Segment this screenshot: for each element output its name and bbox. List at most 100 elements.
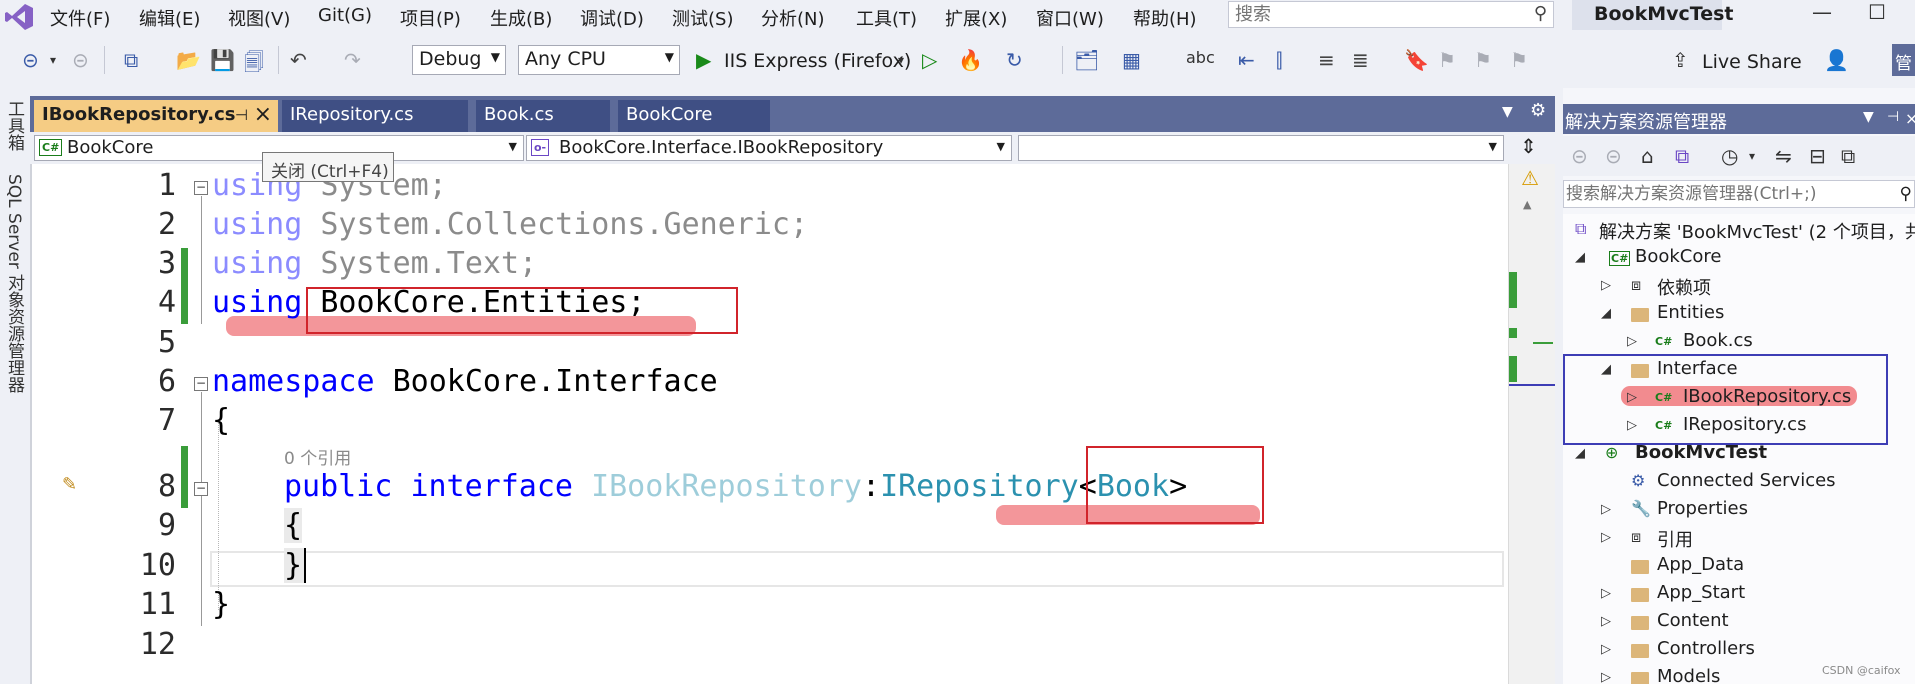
- spell-check-icon[interactable]: abc: [1186, 48, 1215, 67]
- collapsed-icon[interactable]: ▷: [1601, 670, 1611, 684]
- menu-debug[interactable]: 调试(D): [580, 5, 644, 31]
- tab-book[interactable]: Book.cs: [476, 100, 610, 132]
- start-debugging-button[interactable]: IIS Express (Firefox): [724, 50, 911, 72]
- back-icon[interactable]: ⊝: [1571, 144, 1588, 168]
- bookmark-icon[interactable]: 🔖: [1404, 48, 1429, 72]
- prev-bookmark-icon[interactable]: ⚑: [1438, 48, 1456, 72]
- solution-search-input[interactable]: [1564, 181, 1884, 207]
- solution-explorer-search[interactable]: ⚲: [1563, 180, 1915, 208]
- pin-icon[interactable]: ⊣: [235, 106, 248, 124]
- toolbox-tab[interactable]: 工具箱: [2, 100, 27, 151]
- sql-server-explorer-tab[interactable]: SQL Server 对象资源管理器: [2, 174, 27, 393]
- gear-icon[interactable]: ⚙: [1530, 100, 1546, 121]
- navigate-forward-icon[interactable]: ⊝: [72, 48, 89, 72]
- new-project-icon[interactable]: ⧉: [124, 48, 138, 72]
- comment-icon[interactable]: ≡: [1318, 48, 1335, 72]
- code-editor[interactable]: [30, 164, 1508, 684]
- pin-icon[interactable]: ⊣: [1887, 109, 1899, 125]
- expanded-icon[interactable]: ◢: [1575, 446, 1585, 461]
- chevron-down-icon[interactable]: ▾: [50, 53, 56, 67]
- tab-bookcore[interactable]: BookCore: [618, 100, 770, 132]
- collapsed-icon[interactable]: ▷: [1601, 642, 1611, 657]
- menu-help[interactable]: 帮助(H): [1133, 5, 1197, 31]
- editor-scrollbar[interactable]: ⚠ ▲: [1508, 164, 1555, 684]
- navigate-back-icon[interactable]: ⊝: [22, 48, 39, 72]
- search-icon[interactable]: ⚲: [1534, 3, 1547, 24]
- menu-extensions[interactable]: 扩展(X): [945, 5, 1007, 31]
- save-icon[interactable]: 💾: [210, 48, 235, 72]
- solution-configuration-select[interactable]: Debug ▼: [412, 45, 506, 75]
- step-icon[interactable]: ⇤: [1238, 48, 1255, 72]
- collapsed-icon[interactable]: ▷: [1601, 278, 1611, 293]
- start-without-debugging-icon[interactable]: ▷: [922, 48, 937, 72]
- close-icon[interactable]: ×: [254, 102, 272, 127]
- global-search-input[interactable]: [1235, 2, 1525, 26]
- menu-file[interactable]: 文件(F): [50, 5, 110, 31]
- split-window-icon[interactable]: ⇕: [1520, 134, 1537, 158]
- show-all-files-icon[interactable]: ⧉: [1841, 144, 1855, 168]
- collapse-icon[interactable]: −: [194, 181, 208, 195]
- format-icon[interactable]: ⫿: [1276, 48, 1282, 72]
- uncomment-icon[interactable]: ≣: [1352, 48, 1369, 72]
- switch-views-icon[interactable]: ⧉: [1675, 144, 1689, 168]
- menu-git[interactable]: Git(G): [318, 5, 372, 26]
- feedback-icon[interactable]: 👤: [1824, 48, 1849, 72]
- member-dropdown[interactable]: ▼: [1018, 135, 1504, 161]
- chevron-down-icon[interactable]: ▾: [898, 53, 904, 67]
- home-icon[interactable]: ⌂: [1641, 144, 1654, 168]
- global-search[interactable]: ⚲: [1228, 1, 1554, 28]
- undo-icon[interactable]: ↶: [290, 48, 307, 72]
- clear-bookmarks-icon[interactable]: ⚑: [1510, 48, 1528, 72]
- chevron-down-icon[interactable]: ▼: [1863, 109, 1874, 125]
- expanded-icon[interactable]: ◢: [1575, 250, 1585, 265]
- codelens-references[interactable]: 0 个引用: [284, 444, 351, 469]
- collapse-all-icon[interactable]: ⊟: [1809, 144, 1826, 168]
- menu-project[interactable]: 项目(P): [400, 5, 461, 31]
- layout-icon[interactable]: ▦: [1122, 48, 1141, 72]
- collapsed-icon[interactable]: ▷: [1601, 614, 1611, 629]
- live-share-button[interactable]: Live Share: [1702, 51, 1802, 73]
- collapse-icon[interactable]: −: [194, 377, 208, 391]
- type-dropdown[interactable]: o- BookCore.Interface.IBookRepository ▼: [526, 135, 1012, 161]
- tab-irepository[interactable]: IRepository.cs: [282, 100, 468, 132]
- forward-icon[interactable]: ⊝: [1605, 144, 1622, 168]
- menu-edit[interactable]: 编辑(E): [139, 5, 200, 31]
- menu-test[interactable]: 测试(S): [672, 5, 733, 31]
- restart-icon[interactable]: ↻: [1006, 48, 1023, 72]
- next-bookmark-icon[interactable]: ⚑: [1474, 48, 1492, 72]
- search-icon[interactable]: ⚲: [1900, 184, 1912, 204]
- close-icon[interactable]: ×: [1905, 109, 1915, 128]
- collapsed-icon[interactable]: ▷: [1601, 586, 1611, 601]
- menu-view[interactable]: 视图(V): [228, 5, 290, 31]
- menu-window[interactable]: 窗口(W): [1036, 5, 1104, 31]
- live-share-icon[interactable]: ⇪: [1672, 48, 1689, 72]
- collapsed-icon[interactable]: ▷: [1627, 334, 1637, 349]
- pending-changes-icon[interactable]: ◷: [1721, 144, 1738, 168]
- browse-icon[interactable]: 🗂: [1074, 48, 1099, 72]
- pencil-edit-icon[interactable]: ✎: [62, 474, 77, 495]
- open-file-icon[interactable]: 📂: [176, 48, 201, 72]
- chevron-down-icon[interactable]: ▾: [1749, 149, 1755, 163]
- hot-reload-icon[interactable]: 🔥: [958, 48, 983, 72]
- collapsed-icon[interactable]: ▷: [1601, 530, 1611, 545]
- solution-platform-select[interactable]: Any CPU ▼: [518, 45, 680, 75]
- expanded-icon[interactable]: ◢: [1601, 306, 1611, 321]
- scroll-up-icon[interactable]: ▲: [1523, 198, 1531, 211]
- admin-badge[interactable]: 管: [1892, 44, 1915, 76]
- redo-icon[interactable]: ↷: [344, 48, 361, 72]
- tab-ibookrepository[interactable]: IBookRepository.cs ⊣ ×: [34, 100, 278, 132]
- menu-build[interactable]: 生成(B): [490, 5, 552, 31]
- minimize-icon[interactable]: —: [1812, 0, 1832, 24]
- maximize-icon[interactable]: ☐: [1868, 0, 1886, 24]
- code-line-6: namespace BookCore.Interface: [212, 364, 718, 399]
- collapse-icon[interactable]: −: [194, 482, 208, 496]
- start-debugging-icon[interactable]: ▶: [696, 48, 711, 72]
- annotation-box: [1086, 446, 1264, 524]
- menu-analyze[interactable]: 分析(N): [761, 5, 825, 31]
- tab-list-dropdown-icon[interactable]: ▼: [1502, 104, 1513, 120]
- warning-icon[interactable]: ⚠: [1521, 166, 1539, 190]
- save-all-icon[interactable]: 🗐: [244, 48, 264, 82]
- sync-icon[interactable]: ⇋: [1775, 144, 1792, 168]
- menu-tools[interactable]: 工具(T): [856, 5, 917, 31]
- collapsed-icon[interactable]: ▷: [1601, 502, 1611, 517]
